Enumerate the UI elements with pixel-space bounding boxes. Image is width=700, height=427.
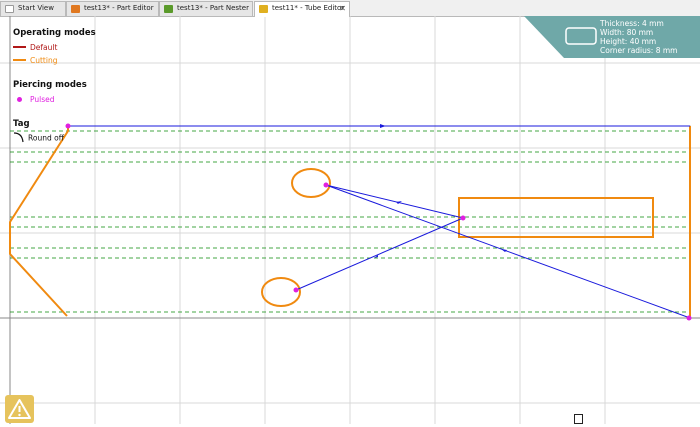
pierce-points xyxy=(65,123,692,321)
legend-round-off: Round off xyxy=(13,132,64,144)
pierce-point xyxy=(460,215,466,221)
tab-bar: Start View test13* - Part Editor test13*… xyxy=(0,0,700,17)
tube-outline xyxy=(68,125,691,318)
start-view-icon xyxy=(5,5,14,13)
default-swatch xyxy=(13,46,26,48)
pierce-point xyxy=(65,123,71,129)
pulsed-dot-icon xyxy=(17,96,22,102)
corner-radius-value: Corner radius: 8 mm xyxy=(600,46,678,55)
cutting-swatch xyxy=(13,59,26,61)
tab-label: test13* - Part Nester xyxy=(177,4,249,12)
slot-contour xyxy=(458,197,654,238)
tab-start-view[interactable]: Start View xyxy=(0,1,66,16)
legend-cutting: Cutting xyxy=(13,56,57,65)
round-off-label: Round off xyxy=(28,133,64,143)
pulsed-label: Pulsed xyxy=(30,95,55,104)
pierce-point xyxy=(323,182,329,188)
tab-part-editor[interactable]: test13* - Part Editor xyxy=(66,1,159,16)
part-editor-icon xyxy=(71,5,80,13)
warning-button[interactable] xyxy=(5,395,34,423)
legend-default: Default xyxy=(13,43,57,52)
round-off-icon xyxy=(13,132,24,143)
traverse-paths xyxy=(68,125,691,319)
tab-label: test11* - Tube Editor xyxy=(272,4,345,12)
piercing-modes-heading: Piercing modes xyxy=(13,80,87,90)
grid xyxy=(0,16,700,424)
close-icon[interactable]: ✕ xyxy=(339,2,346,15)
tube-info-panel: Thickness: 4 mm Width: 80 mm Height: 40 … xyxy=(524,16,700,58)
tag-heading: Tag xyxy=(13,119,30,129)
tab-tube-editor[interactable]: test11* - Tube Editor ✕ xyxy=(254,1,350,17)
width-value: Width: 80 mm xyxy=(600,28,654,37)
height-value: Height: 40 mm xyxy=(600,37,657,46)
operating-modes-heading: Operating modes xyxy=(13,28,96,38)
default-label: Default xyxy=(30,43,58,52)
tube-dimensions: Thickness: 4 mm Width: 80 mm Height: 40 … xyxy=(600,19,677,55)
thickness-value: Thickness: 4 mm xyxy=(600,19,664,28)
tab-part-nester[interactable]: test13* - Part Nester xyxy=(159,1,253,16)
part-nester-icon xyxy=(164,5,173,13)
end-cut-contour xyxy=(9,126,69,317)
hole-contour-lower xyxy=(261,277,301,307)
pierce-point xyxy=(293,287,299,293)
warning-icon xyxy=(8,399,31,419)
tube-editor-icon xyxy=(259,5,268,13)
tab-label: Start View xyxy=(18,4,54,12)
pierce-point xyxy=(686,315,692,321)
tab-label: test13* - Part Editor xyxy=(84,4,154,12)
small-square-marker xyxy=(574,414,583,424)
legend-pulsed: Pulsed xyxy=(13,95,55,104)
hole-contour-upper xyxy=(291,168,331,198)
tube-drawing-canvas[interactable] xyxy=(0,16,700,424)
cutting-label: Cutting xyxy=(30,56,58,65)
